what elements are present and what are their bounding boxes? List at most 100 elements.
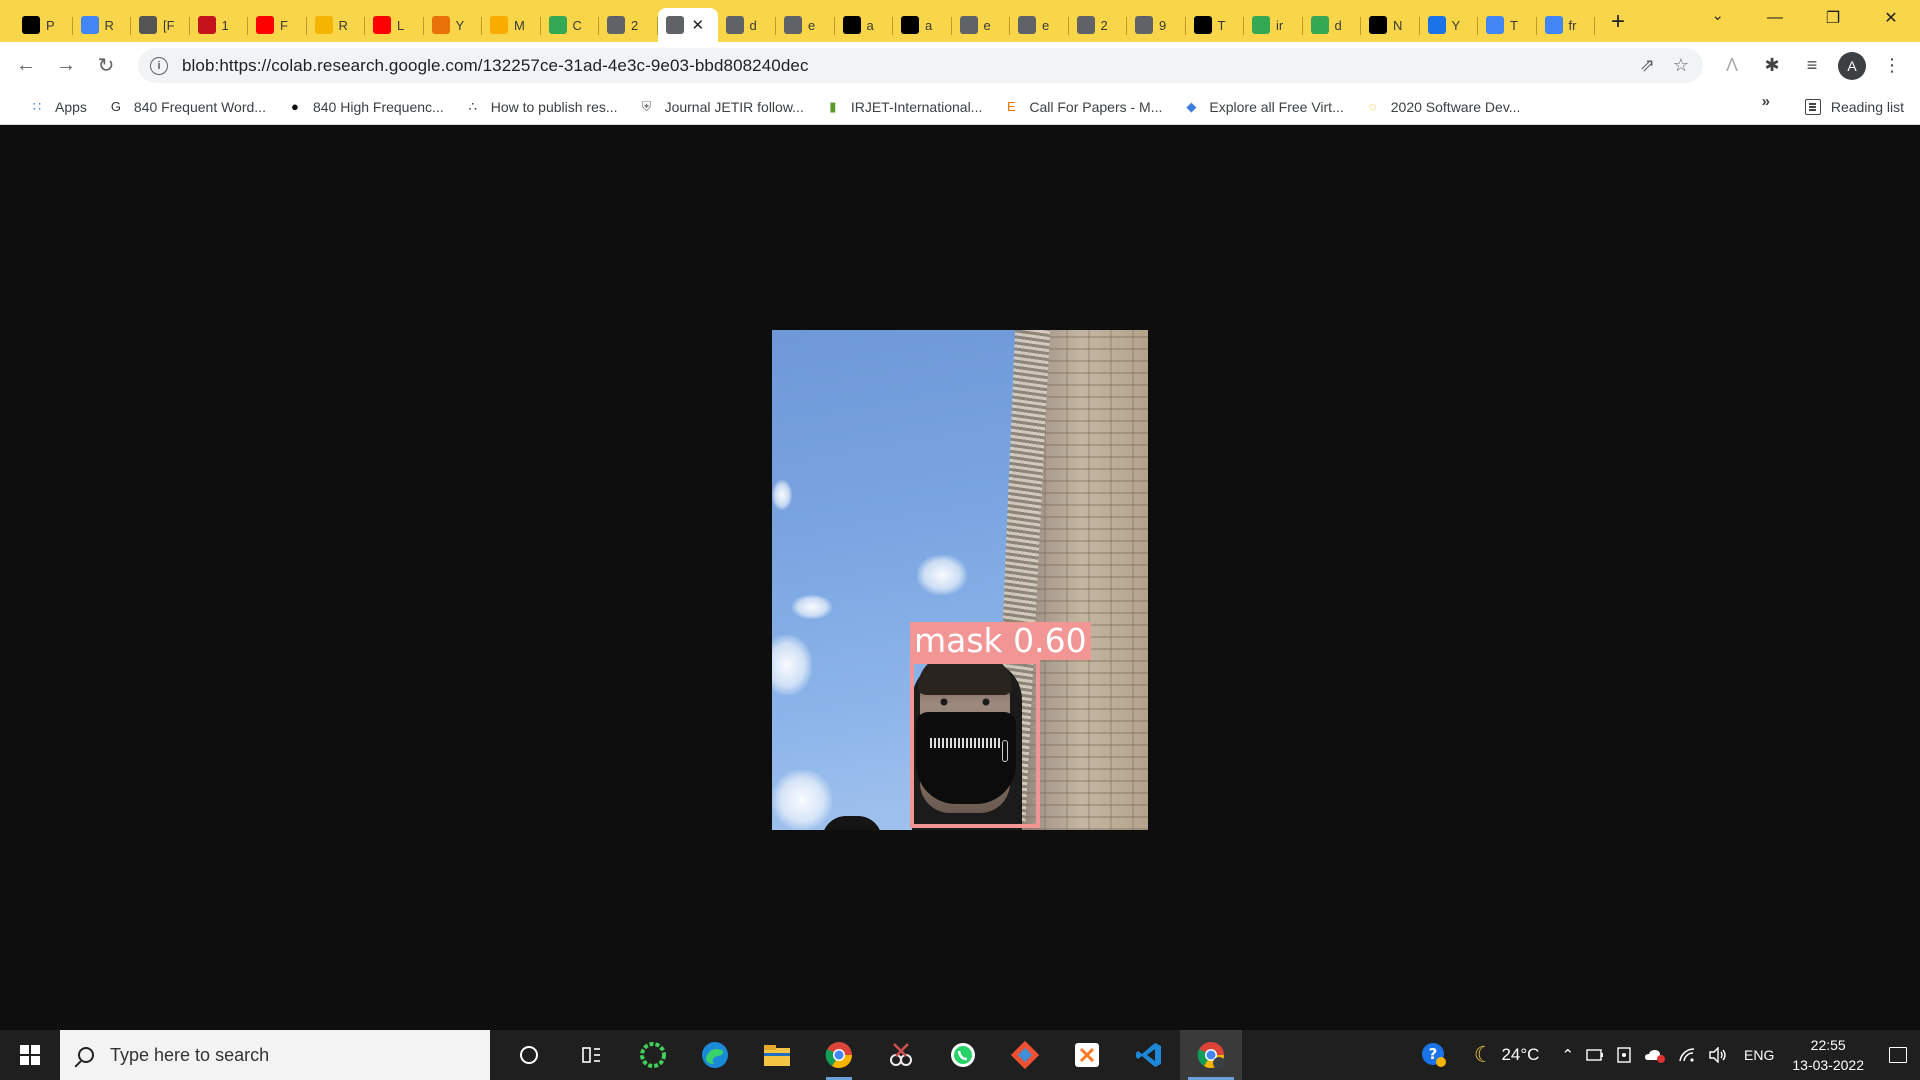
tab[interactable]: d [718, 8, 777, 42]
spinner-app-icon[interactable] [622, 1030, 684, 1080]
chrome-browser-icon[interactable] [808, 1030, 870, 1080]
bookmark-star-icon[interactable]: ☆ [1673, 55, 1689, 76]
minimize-button[interactable]: — [1746, 0, 1804, 36]
bookmark-item[interactable]: ◌ 2020 Software Dev... [1354, 93, 1531, 121]
bookmark-item[interactable]: ∴ How to publish res... [454, 93, 628, 121]
tab[interactable]: 2 [599, 8, 658, 42]
new-tab-button[interactable]: + [1603, 7, 1633, 37]
tab[interactable]: C [541, 8, 600, 42]
tab-active[interactable]: ✕ [657, 8, 718, 42]
forward-button[interactable]: → [46, 46, 86, 86]
tab-search-chevron-icon[interactable]: ⌄ [1711, 6, 1724, 24]
tab-title: a [866, 17, 874, 33]
show-hidden-icons-chevron-icon[interactable]: ⌃ [1545, 1030, 1580, 1080]
bookmark-item[interactable]: ∷ Apps [18, 93, 97, 121]
tab[interactable]: [F [131, 8, 190, 42]
help-icon[interactable]: ? [1414, 1030, 1454, 1080]
drive-icon [1310, 16, 1329, 34]
tab[interactable]: M [482, 8, 541, 42]
git-kraken-icon[interactable] [994, 1030, 1056, 1080]
bookmark-item[interactable]: G 840 Frequent Word... [97, 93, 276, 121]
bookmark-item[interactable]: ◆ Explore all Free Virt... [1172, 93, 1353, 121]
apps-icon: ∷ [32, 98, 42, 114]
detection-image: mask 0.60 [772, 330, 1148, 830]
bookmark-item[interactable]: ● 840 High Frequenc... [276, 93, 454, 121]
tab[interactable]: a [893, 8, 952, 42]
profile-button[interactable]: A [1832, 46, 1872, 86]
extensions-puzzle-icon[interactable]: ✱ [1752, 46, 1792, 86]
chrome-profile-icon[interactable] [1180, 1030, 1242, 1080]
cortana-icon[interactable] [498, 1030, 560, 1080]
notification-center-icon[interactable] [1876, 1030, 1920, 1080]
tab[interactable]: 9 [1127, 8, 1186, 42]
tab[interactable]: e [952, 8, 1011, 42]
language-indicator[interactable]: ENG [1734, 1030, 1780, 1080]
tab[interactable]: P [14, 8, 73, 42]
onedrive-error-icon[interactable] [1638, 1030, 1672, 1080]
edge-browser-icon[interactable] [684, 1030, 746, 1080]
tab[interactable]: Y [424, 8, 483, 42]
bookmarks-overflow-button[interactable]: » [1762, 93, 1770, 110]
tab[interactable]: fr [1537, 8, 1596, 42]
temperature-text: 24°C [1501, 1045, 1540, 1064]
bookmark-label: 840 High Frequenc... [312, 98, 444, 115]
task-view-icon[interactable] [560, 1030, 622, 1080]
file-explorer-icon[interactable] [746, 1030, 808, 1080]
tab[interactable]: d [1303, 8, 1362, 42]
tab[interactable]: R [307, 8, 366, 42]
tab[interactable]: N [1361, 8, 1420, 42]
device-icon[interactable] [1610, 1030, 1638, 1080]
share-icon[interactable]: ⇗ [1640, 55, 1655, 76]
bookmark-label: 840 Frequent Word... [133, 98, 266, 115]
snipping-tool-icon[interactable] [870, 1030, 932, 1080]
restore-button[interactable]: ❐ [1804, 0, 1862, 36]
clock[interactable]: 22:55 13-03-2022 [1780, 1035, 1876, 1075]
reload-button[interactable]: ↻ [86, 46, 126, 86]
tab[interactable]: ir [1244, 8, 1303, 42]
address-bar[interactable]: i blob:https://colab.research.google.com… [138, 48, 1703, 83]
tab[interactable]: T [1186, 8, 1245, 42]
bookmark-item[interactable]: ⛨ Journal JETIR follow... [628, 93, 814, 121]
volume-icon[interactable] [1702, 1030, 1734, 1080]
battery-icon[interactable] [1580, 1030, 1610, 1080]
tab[interactable]: Y [1420, 8, 1479, 42]
youtube-icon [373, 16, 391, 34]
tab[interactable]: F [248, 8, 307, 42]
menu-kebab-icon[interactable]: ⋮ [1872, 46, 1912, 86]
tab[interactable]: e [1010, 8, 1069, 42]
tab-title: e [808, 17, 816, 33]
drive-icon [548, 16, 567, 34]
tab-title: a [925, 17, 933, 33]
wifi-icon[interactable] [1672, 1030, 1702, 1080]
tab[interactable]: 2 [1069, 8, 1128, 42]
tab[interactable]: L [365, 8, 424, 42]
tab[interactable]: a [835, 8, 894, 42]
vscode-icon[interactable] [1118, 1030, 1180, 1080]
site-info-icon[interactable]: i [150, 56, 168, 75]
bookmark-item[interactable]: E Call For Papers - M... [992, 93, 1172, 121]
whatsapp-icon[interactable] [932, 1030, 994, 1080]
tab[interactable]: T [1478, 8, 1537, 42]
bookmark-label: How to publish res... [490, 98, 618, 115]
media-control-icon[interactable]: ≡ [1792, 46, 1832, 86]
tab-title: Y [455, 17, 465, 33]
close-window-button[interactable]: ✕ [1862, 0, 1920, 36]
monitor-icon [1369, 16, 1387, 34]
taskbar-search-box[interactable]: Type here to search [60, 1030, 490, 1080]
xampp-icon[interactable] [1056, 1030, 1118, 1080]
tab[interactable]: 1 [190, 8, 249, 42]
tab[interactable]: e [776, 8, 835, 42]
github-icon [901, 16, 919, 34]
tab[interactable]: R [73, 8, 132, 42]
extension-a-icon[interactable]: Λ [1712, 46, 1752, 86]
start-button[interactable] [0, 1030, 60, 1080]
tab-close-icon[interactable]: ✕ [692, 16, 705, 34]
globe-icon [1135, 16, 1153, 34]
back-button[interactable]: ← [6, 46, 46, 86]
globe-icon [1018, 16, 1036, 34]
url-text[interactable]: blob:https://colab.research.google.com/1… [182, 56, 809, 76]
reading-list-button[interactable]: Reading list [1804, 93, 1904, 121]
tab-title: [F [163, 17, 175, 33]
weather-widget[interactable]: ☾ 24°C [1454, 1030, 1546, 1080]
bookmark-item[interactable]: ▮ IRJET-International... [814, 93, 993, 121]
